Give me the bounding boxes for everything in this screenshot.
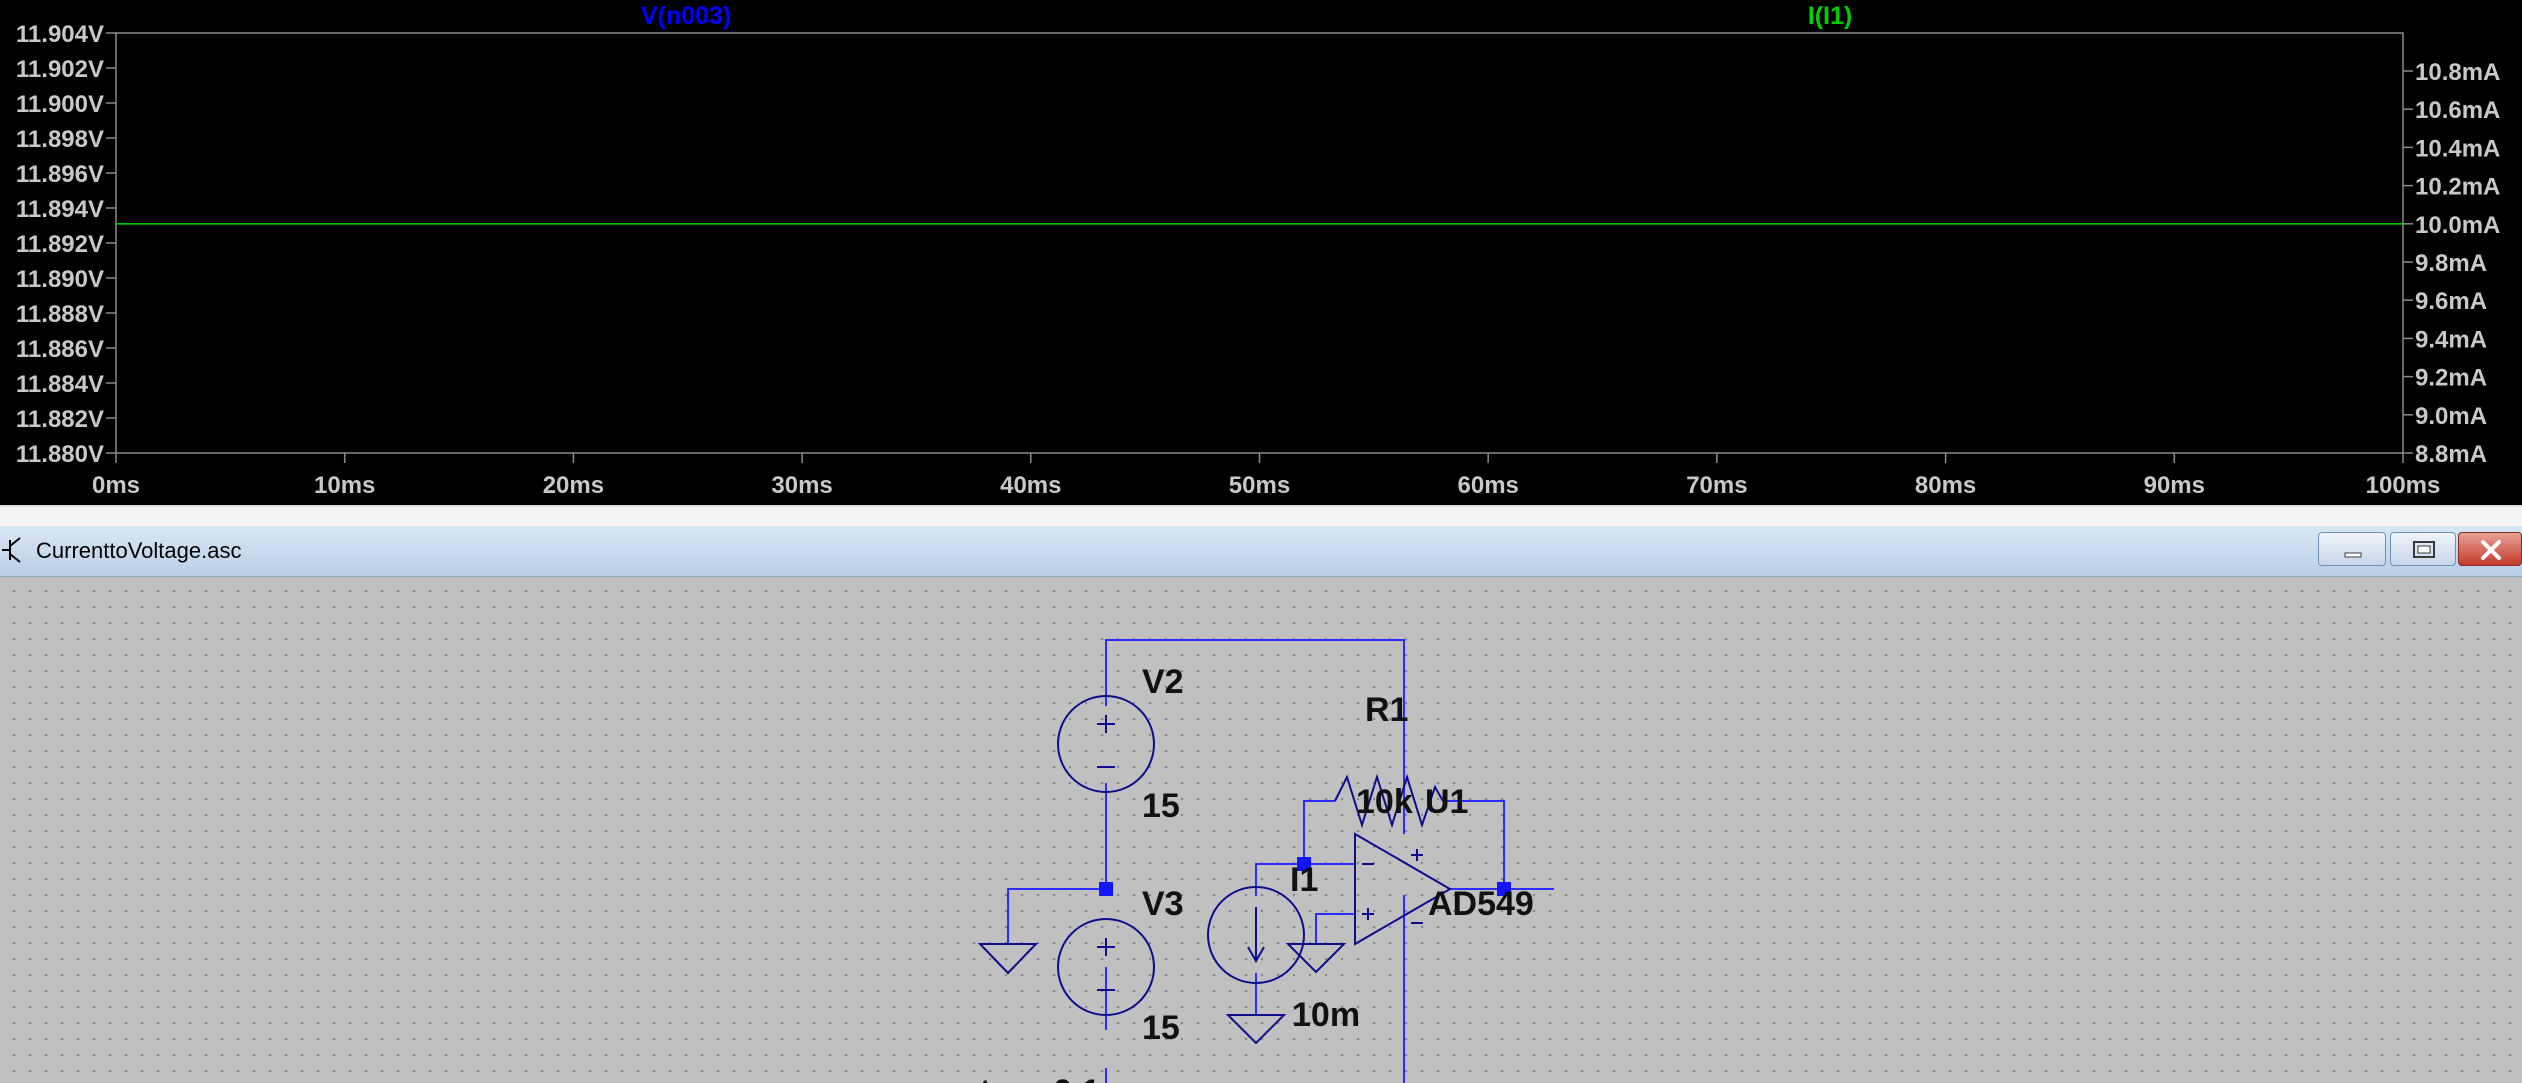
left-tick-label: 11.894V — [16, 196, 104, 223]
left-tick-label: 11.904V — [16, 21, 104, 48]
left-tick-label: 11.884V — [16, 371, 104, 398]
left-tick-label: 11.890V — [16, 266, 104, 293]
wires — [1007, 639, 1554, 1083]
v3-value-label: 15 — [1142, 1009, 1180, 1047]
left-tick-label: 11.892V — [16, 231, 104, 258]
x-tick-label: 60ms — [1458, 472, 1519, 499]
trace-label-1[interactable]: I(I1) — [1808, 2, 1852, 30]
trace-label-0[interactable]: V(n003) — [641, 2, 731, 30]
right-tick-label: 9.4mA — [2415, 326, 2487, 353]
pane-splitter[interactable] — [0, 505, 2522, 528]
x-tick-label: 70ms — [1686, 472, 1747, 499]
u1-model-label: AD549 — [1428, 885, 1534, 923]
window-title: CurrenttoVoltage.asc — [36, 538, 242, 563]
i1-current-source[interactable] — [1207, 886, 1305, 984]
right-axis: 10.8mA 10.6mA 10.4mA 10.2mA 10.0mA 9.8mA 9.6mA… — [2403, 59, 2500, 468]
right-tick-label: 10.6mA — [2415, 97, 2500, 124]
v2-value-label: 15 — [1142, 787, 1180, 825]
circuit-diagram[interactable]: V2 15 V3 15 R1 10k U1 AD549 I1 10m .tran… — [0, 577, 2522, 1083]
v2-name-label: V2 — [1142, 663, 1184, 701]
right-tick-label: 10.2mA — [2415, 174, 2500, 201]
x-tick-label: 30ms — [771, 472, 832, 499]
right-tick-label: 9.2mA — [2415, 365, 2487, 392]
right-tick-label: 8.8mA — [2415, 441, 2487, 468]
waveform-chart[interactable]: V(n003) I(I1) 11.904V 11.902V 11.900V 11.898… — [0, 0, 2522, 505]
maximize-icon — [2413, 541, 2435, 558]
r1-name-label: R1 — [1365, 691, 1408, 729]
right-tick-label: 9.6mA — [2415, 288, 2487, 315]
waveform-plot-pane[interactable]: V(n003) I(I1) 11.904V 11.902V 11.900V 11.898… — [0, 0, 2522, 505]
schematic-window[interactable]: CurrenttoVoltage.asc V2 15 V3 15 R1 10k … — [0, 526, 2522, 1083]
x-tick-label: 40ms — [1000, 472, 1061, 499]
right-tick-label: 10.4mA — [2415, 135, 2500, 162]
i1-name-label: I1 — [1290, 861, 1318, 899]
right-tick-label: 9.8mA — [2415, 250, 2487, 277]
left-axis: 11.904V 11.902V 11.900V 11.898V 11.896V 11.89… — [16, 21, 116, 468]
close-button[interactable] — [2458, 532, 2522, 566]
schematic-titlebar[interactable]: CurrenttoVoltage.asc — [0, 526, 2522, 577]
plot-frame[interactable] — [115, 32, 2404, 454]
ground-icon — [1225, 1014, 1287, 1045]
left-tick-label: 11.900V — [16, 91, 104, 118]
i1-value-label: 10m — [1292, 996, 1360, 1034]
left-tick-label: 11.898V — [16, 126, 104, 153]
x-tick-label: 50ms — [1229, 472, 1290, 499]
x-tick-label: 90ms — [2144, 472, 2205, 499]
left-tick-label: 11.888V — [16, 301, 104, 328]
left-tick-label: 11.880V — [16, 441, 104, 468]
trace-labels: V(n003) I(I1) — [641, 2, 1852, 30]
minimize-button[interactable] — [2318, 532, 2386, 566]
x-tick-label: 100ms — [2366, 472, 2441, 499]
x-tick-label: 10ms — [314, 472, 375, 499]
x-tick-label: 80ms — [1915, 472, 1976, 499]
left-tick-label: 11.902V — [16, 56, 104, 83]
x-tick-label: 20ms — [543, 472, 604, 499]
right-tick-label: 10.0mA — [2415, 212, 2500, 239]
minimize-icon — [2344, 552, 2362, 558]
left-tick-label: 11.886V — [16, 336, 104, 363]
right-tick-label: 9.0mA — [2415, 403, 2487, 430]
ground-icon — [977, 943, 1039, 975]
left-tick-label: 11.882V — [16, 406, 104, 433]
left-tick-label: 11.896V — [16, 161, 104, 188]
tran-directive-label[interactable]: .tran 0.1 — [970, 1073, 1100, 1083]
v2-voltage-source[interactable] — [1057, 695, 1155, 793]
maximize-button[interactable] — [2390, 532, 2456, 566]
junction-node — [1099, 882, 1113, 896]
x-axis: 0ms 10ms 20ms 30ms 40ms 50ms 60ms 70ms 80ms 90ms 1… — [92, 453, 2440, 499]
u1-name-label: U1 — [1425, 783, 1468, 821]
x-tick-label: 0ms — [92, 472, 140, 499]
schematic-app-icon — [2, 537, 21, 563]
schematic-canvas[interactable]: V2 15 V3 15 R1 10k U1 AD549 I1 10m .tran… — [0, 577, 2522, 1083]
r1-value-label: 10k — [1356, 783, 1413, 821]
right-tick-label: 10.8mA — [2415, 59, 2500, 86]
v3-name-label: V3 — [1142, 885, 1184, 923]
ground-icon — [1285, 943, 1347, 974]
close-icon — [2481, 540, 2501, 560]
